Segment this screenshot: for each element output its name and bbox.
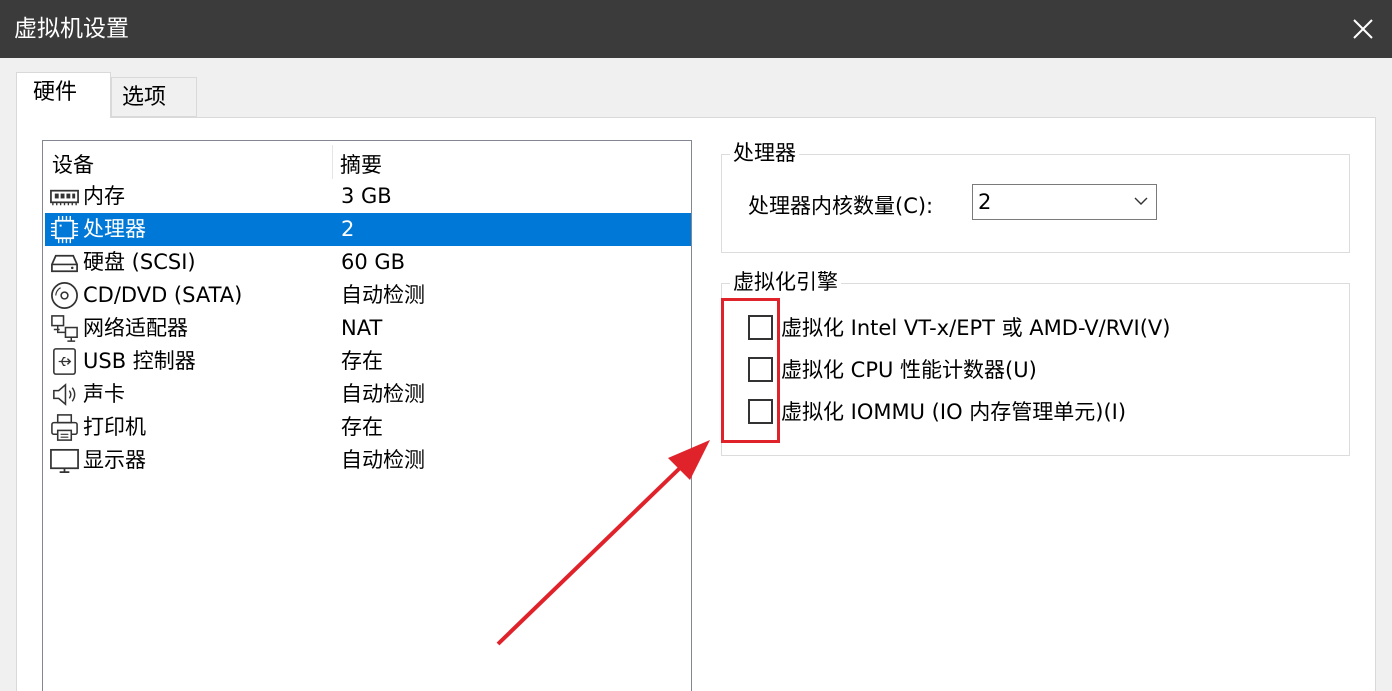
vm-settings-window: 虚拟机设置 选项 硬件 设备 摘要 内存 3 GB 处理器 2 硬盘 (SCSI… [0,0,1392,691]
annotation-arrow-icon [496,440,710,646]
tab-hardware-label: 硬件 [33,80,78,105]
tab-hardware[interactable]: 硬件 [16,72,111,118]
